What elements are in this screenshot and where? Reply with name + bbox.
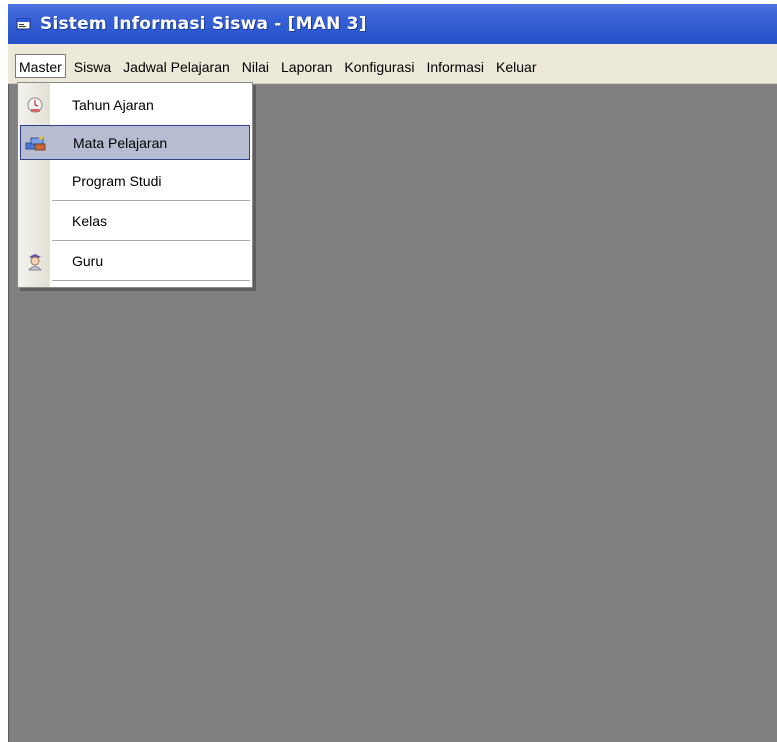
- menu-item-label: Guru: [72, 252, 104, 269]
- menu-item-tahun-ajaran[interactable]: Tahun Ajaran: [20, 87, 250, 122]
- teacher-icon: [20, 243, 50, 278]
- menu-laporan[interactable]: Laporan: [277, 54, 336, 78]
- books-icon: [21, 126, 51, 159]
- menu-bar: Master Siswa Jadwal Pelajaran Nilai Lapo…: [8, 48, 777, 84]
- window-app-icon[interactable]: [16, 16, 32, 32]
- menu-item-label: Tahun Ajaran: [72, 96, 154, 113]
- menu-item-program-studi[interactable]: Program Studi: [20, 163, 250, 198]
- menu-master[interactable]: Master: [15, 53, 66, 78]
- master-dropdown-menu: Tahun Ajaran Mata Pelajaran Program Stud…: [17, 82, 253, 288]
- menu-separator: [52, 200, 250, 201]
- title-bar[interactable]: Sistem Informasi Siswa - [MAN 3]: [8, 4, 777, 44]
- menu-keluar[interactable]: Keluar: [492, 54, 540, 78]
- menu-jadwal-pelajaran[interactable]: Jadwal Pelajaran: [119, 54, 234, 78]
- menu-konfigurasi[interactable]: Konfigurasi: [340, 54, 418, 78]
- menu-separator: [52, 280, 250, 281]
- menu-nilai[interactable]: Nilai: [238, 54, 273, 78]
- menu-informasi[interactable]: Informasi: [422, 54, 488, 78]
- menu-item-label: Program Studi: [72, 172, 162, 189]
- menu-siswa[interactable]: Siswa: [70, 54, 115, 78]
- menu-item-mata-pelajaran[interactable]: Mata Pelajaran: [20, 125, 250, 160]
- calendar-clock-icon: [20, 87, 50, 122]
- menu-separator: [52, 240, 250, 241]
- main-window: Sistem Informasi Siswa - [MAN 3] Master …: [8, 4, 777, 742]
- menu-item-kelas[interactable]: Kelas: [20, 203, 250, 238]
- menu-item-guru[interactable]: Guru: [20, 243, 250, 278]
- menu-item-label: Kelas: [72, 212, 108, 229]
- menu-item-label: Mata Pelajaran: [73, 134, 168, 151]
- window-title: Sistem Informasi Siswa - [MAN 3]: [40, 14, 367, 34]
